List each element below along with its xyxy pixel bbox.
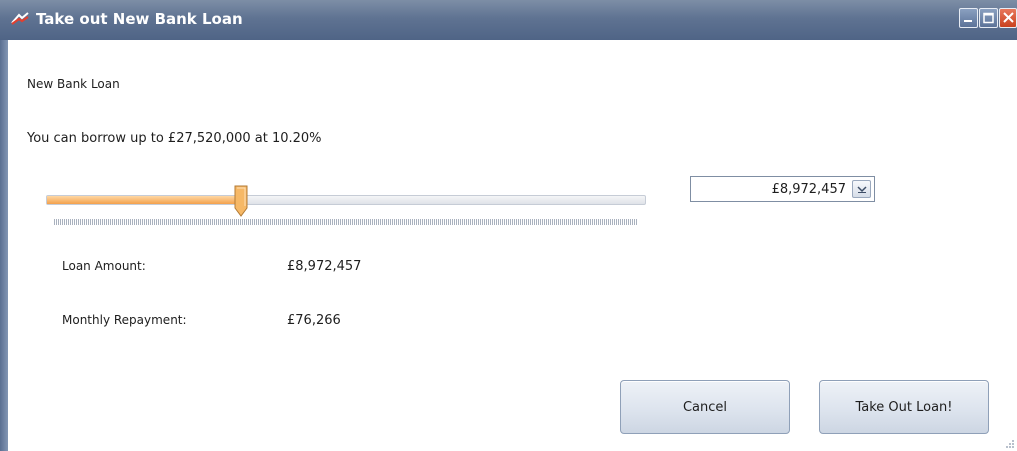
section-heading: New Bank Loan — [27, 77, 120, 91]
cancel-button[interactable]: Cancel — [620, 380, 790, 434]
close-button[interactable] — [999, 8, 1017, 28]
loan-amount-combobox[interactable]: £8,972,457 — [690, 176, 875, 202]
window-title: Take out New Bank Loan — [36, 10, 243, 28]
chevron-down-icon — [857, 186, 867, 193]
loan-slider-fill — [47, 196, 242, 204]
monthly-repayment-label: Monthly Repayment: — [62, 313, 187, 327]
loan-slider-track[interactable] — [46, 195, 646, 205]
close-icon — [1003, 12, 1014, 23]
take-out-loan-button[interactable]: Take Out Loan! — [819, 380, 989, 434]
bank-loan-icon — [11, 12, 29, 25]
minimize-button[interactable] — [959, 8, 978, 28]
loan-slider-thumb[interactable] — [233, 185, 249, 217]
borrow-limit-text: You can borrow up to £27,520,000 at 10.2… — [27, 131, 322, 146]
maximize-button[interactable] — [979, 8, 998, 28]
loan-amount-value: £8,972,457 — [287, 259, 362, 274]
maximize-icon — [983, 12, 994, 24]
slider-ticks — [54, 219, 638, 225]
resize-grip-icon[interactable] — [1003, 437, 1015, 449]
monthly-repayment-value: £76,266 — [287, 313, 341, 328]
title-bar[interactable]: Take out New Bank Loan — [0, 0, 1017, 40]
minimize-icon — [964, 20, 972, 22]
loan-amount-input-value[interactable]: £8,972,457 — [772, 182, 846, 197]
window-border — [0, 40, 8, 451]
loan-amount-label: Loan Amount: — [62, 259, 146, 273]
amount-dropdown-button[interactable] — [852, 180, 871, 198]
